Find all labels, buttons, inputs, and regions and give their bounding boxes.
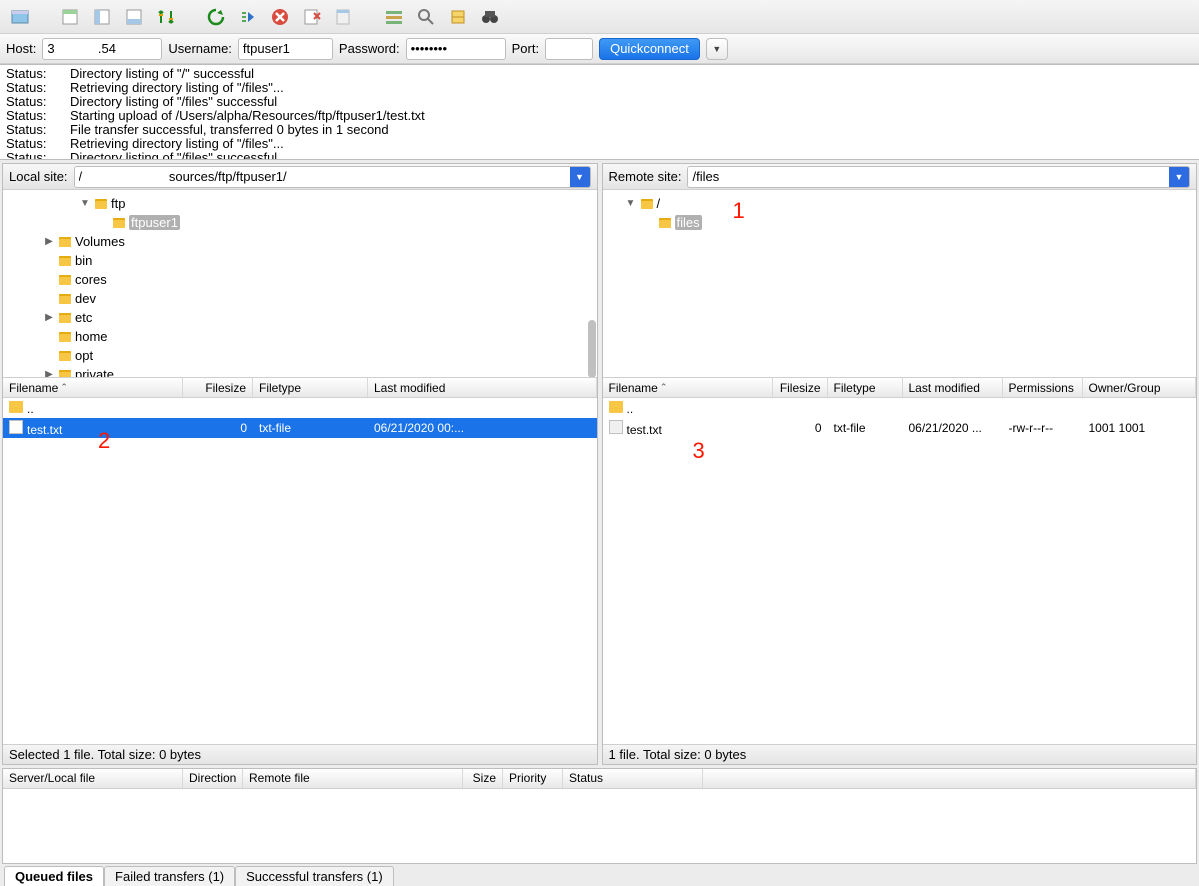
- transfer-queue: Server/Local file Direction Remote file …: [2, 768, 1197, 864]
- remote-site-input[interactable]: [688, 167, 1169, 187]
- disclosure-icon[interactable]: ▶: [43, 312, 55, 323]
- local-pane: Local site: ▼ ▼ftpftpuser1▶Volumesbincor…: [2, 163, 598, 765]
- disconnect-icon[interactable]: [298, 3, 326, 31]
- tree-item[interactable]: opt: [5, 346, 595, 365]
- tree-item[interactable]: ▼ftp: [5, 194, 595, 213]
- local-status: Selected 1 file. Total size: 0 bytes: [3, 744, 597, 764]
- binoculars-icon[interactable]: [476, 3, 504, 31]
- server-icon[interactable]: [444, 3, 472, 31]
- password-label: Password:: [339, 41, 400, 56]
- process-queue-icon[interactable]: [234, 3, 262, 31]
- sort-caret-icon: ⌃: [660, 382, 668, 393]
- local-file-list[interactable]: ..test.txt0txt-file06/21/2020 00:...2: [3, 398, 597, 744]
- tree-item[interactable]: cores: [5, 270, 595, 289]
- tree-item[interactable]: ▼/: [605, 194, 1195, 213]
- host-label: Host:: [6, 41, 36, 56]
- toggle-log-icon[interactable]: [56, 3, 84, 31]
- message-log[interactable]: Status:Directory listing of "/" successf…: [0, 64, 1199, 160]
- queue-body[interactable]: [3, 789, 1196, 863]
- folder-icon: [9, 401, 23, 413]
- folder-icon: [59, 237, 71, 247]
- local-site-label: Local site:: [9, 169, 68, 184]
- port-input[interactable]: [545, 38, 593, 60]
- tree-item[interactable]: ▶etc: [5, 308, 595, 327]
- quickconnect-bar: Host: Username: Password: Port: Quickcon…: [0, 34, 1199, 64]
- folder-icon: [609, 401, 623, 413]
- quickconnect-button[interactable]: Quickconnect: [599, 38, 700, 60]
- search-icon[interactable]: [412, 3, 440, 31]
- folder-icon: [59, 351, 71, 361]
- queue-header[interactable]: Server/Local file Direction Remote file …: [3, 769, 1196, 789]
- remote-site-dropdown[interactable]: ▼: [1169, 167, 1189, 187]
- main-toolbar: [0, 0, 1199, 34]
- remote-pane: Remote site: ▼ 1 ▼/files Filename ⌃ File…: [602, 163, 1198, 765]
- compare-icon[interactable]: [152, 3, 180, 31]
- folder-icon: [59, 294, 71, 304]
- file-row[interactable]: ..: [603, 398, 1197, 418]
- sort-caret-icon: ⌃: [60, 382, 68, 393]
- disclosure-icon[interactable]: ▶: [43, 236, 55, 247]
- toggle-tree-icon[interactable]: [88, 3, 116, 31]
- folder-icon: [59, 313, 71, 323]
- quickconnect-dropdown[interactable]: ▼: [706, 38, 728, 60]
- local-site-input[interactable]: [75, 167, 570, 187]
- site-manager-icon[interactable]: [6, 3, 34, 31]
- file-row[interactable]: test.txt0txt-file06/21/2020 ...-rw-r--r-…: [603, 418, 1197, 438]
- username-label: Username:: [168, 41, 232, 56]
- username-input[interactable]: [238, 38, 333, 60]
- local-tree[interactable]: ▼ftpftpuser1▶Volumesbincoresdev▶etchomeo…: [3, 190, 597, 378]
- host-input[interactable]: [42, 38, 162, 60]
- file-icon: [609, 420, 623, 434]
- tab-queued[interactable]: Queued files: [4, 866, 104, 886]
- folder-icon: [113, 218, 125, 228]
- local-tree-scrollbar[interactable]: [588, 320, 596, 378]
- port-label: Port:: [512, 41, 539, 56]
- folder-icon: [59, 275, 71, 285]
- tree-item[interactable]: files: [605, 213, 1195, 232]
- tree-item[interactable]: ftpuser1: [5, 213, 595, 232]
- folder-icon: [641, 199, 653, 209]
- remote-file-list[interactable]: ..test.txt0txt-file06/21/2020 ...-rw-r--…: [603, 398, 1197, 744]
- local-list-header[interactable]: Filename ⌃ Filesize Filetype Last modifi…: [3, 378, 597, 398]
- tree-item[interactable]: ▶Volumes: [5, 232, 595, 251]
- disclosure-icon[interactable]: ▼: [79, 198, 91, 209]
- tab-failed[interactable]: Failed transfers (1): [104, 866, 235, 886]
- file-row[interactable]: ..: [3, 398, 597, 418]
- remote-tree[interactable]: 1 ▼/files: [603, 190, 1197, 378]
- remote-site-label: Remote site:: [609, 169, 682, 184]
- file-icon: [9, 420, 23, 434]
- folder-icon: [59, 256, 71, 266]
- remote-list-header[interactable]: Filename ⌃ Filesize Filetype Last modifi…: [603, 378, 1197, 398]
- tree-item[interactable]: ▶private: [5, 365, 595, 378]
- tree-item[interactable]: bin: [5, 251, 595, 270]
- tree-item[interactable]: dev: [5, 289, 595, 308]
- filter-icon[interactable]: [380, 3, 408, 31]
- tab-success[interactable]: Successful transfers (1): [235, 866, 394, 886]
- folder-icon: [59, 332, 71, 342]
- tree-item[interactable]: home: [5, 327, 595, 346]
- clear-icon[interactable]: [330, 3, 358, 31]
- toggle-queue-icon[interactable]: [120, 3, 148, 31]
- folder-icon: [95, 199, 107, 209]
- disclosure-icon[interactable]: ▶: [43, 369, 55, 378]
- refresh-icon[interactable]: [202, 3, 230, 31]
- disclosure-icon[interactable]: ▼: [625, 198, 637, 209]
- password-input[interactable]: [406, 38, 506, 60]
- bottom-tabs: Queued files Failed transfers (1) Succes…: [0, 864, 1199, 886]
- cancel-icon[interactable]: [266, 3, 294, 31]
- file-row[interactable]: test.txt0txt-file06/21/2020 00:...: [3, 418, 597, 438]
- folder-icon: [659, 218, 671, 228]
- remote-status: 1 file. Total size: 0 bytes: [603, 744, 1197, 764]
- local-site-dropdown[interactable]: ▼: [570, 167, 590, 187]
- folder-icon: [59, 370, 71, 379]
- annotation-3: 3: [693, 438, 705, 464]
